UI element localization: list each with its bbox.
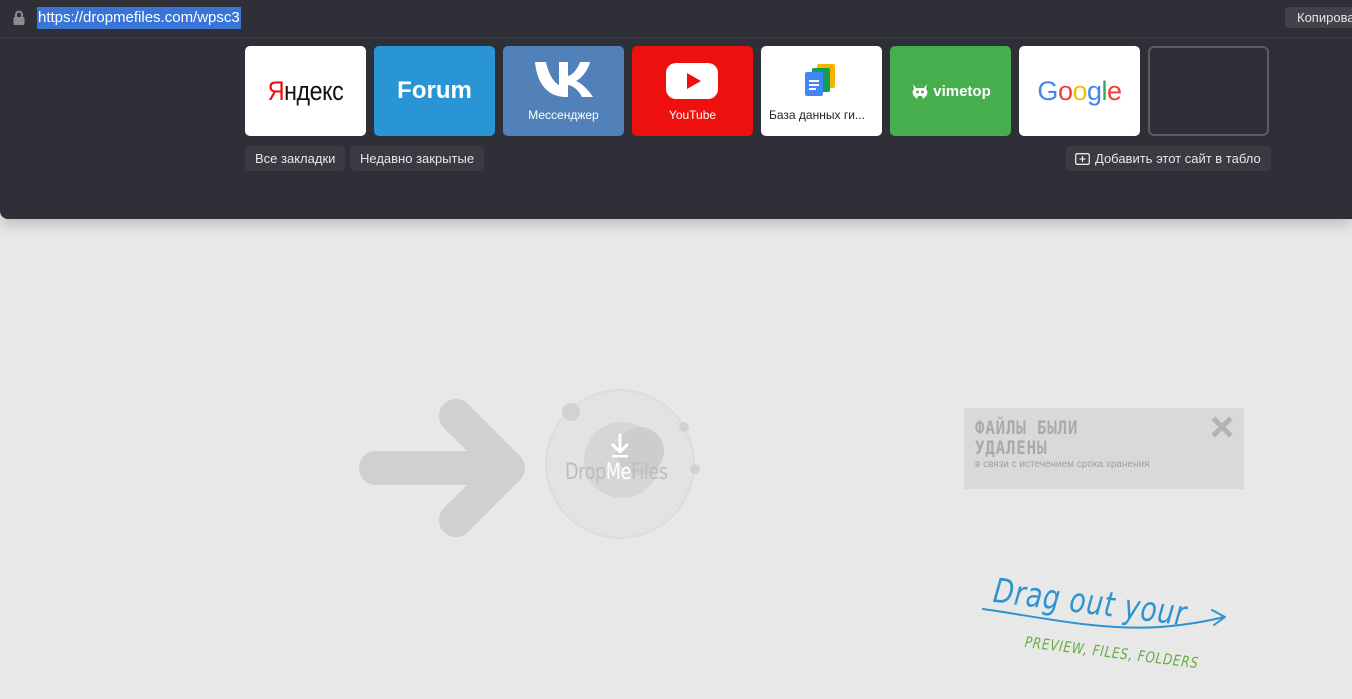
google-logo: Google — [1037, 76, 1122, 106]
drag-out-hint: Drag out your PREVIEW, FILES, FOLDERS — [980, 565, 1240, 675]
vimetop-label: vimetop — [933, 82, 991, 100]
tile-vk[interactable]: Мессенджер — [503, 46, 624, 136]
close-icon[interactable] — [1211, 416, 1233, 438]
lock-icon — [13, 10, 25, 25]
vk-logo-icon — [535, 62, 593, 97]
tile-vimetop[interactable]: vimetop — [890, 46, 1011, 136]
vk-caption: Мессенджер — [528, 108, 599, 122]
copy-button[interactable]: Копирова — [1285, 7, 1352, 28]
tile-google[interactable]: Google — [1019, 46, 1140, 136]
new-tab-panel: https://dropmefiles.com/wpsc3 Копирова Я… — [0, 0, 1352, 219]
youtube-play-icon — [666, 63, 718, 99]
add-site-label: Добавить этот сайт в табло — [1095, 151, 1261, 166]
address-bar[interactable]: https://dropmefiles.com/wpsc3 Копирова — [0, 0, 1352, 38]
dropmefiles-wordmark: DropMeFiles — [565, 460, 668, 485]
tile-youtube[interactable]: YouTube — [632, 46, 753, 136]
recently-closed-button[interactable]: Недавно закрытые — [350, 146, 485, 171]
tile-forum[interactable]: Forum — [374, 46, 495, 136]
vimetop-bug-icon — [912, 84, 928, 99]
google-docs-icon — [805, 64, 835, 96]
files-deleted-notice: ФАЙЛЫ БЫЛИ УДАЛЕНЫ в связи с истечением … — [964, 408, 1244, 489]
all-bookmarks-button[interactable]: Все закладки — [245, 146, 346, 171]
tile-yandex[interactable]: Яндекс — [245, 46, 366, 136]
notice-subtitle: в связи с истечением срока хранения — [975, 459, 1150, 470]
youtube-caption: YouTube — [668, 108, 717, 122]
drop-arrow-icon — [359, 399, 525, 537]
notice-title: ФАЙЛЫ БЫЛИ УДАЛЕНЫ — [975, 417, 1079, 459]
add-tile-icon — [1075, 152, 1090, 165]
forum-logo: Forum — [397, 77, 472, 104]
tile-google-docs[interactable]: База данных ги... — [761, 46, 882, 136]
google-docs-caption: База данных ги... — [769, 108, 865, 122]
add-site-button[interactable]: Добавить этот сайт в табло — [1066, 146, 1271, 171]
yandex-logo: Яндекс — [267, 76, 344, 106]
tile-empty-slot[interactable] — [1148, 46, 1269, 136]
hint-arrow-icon — [982, 608, 1226, 629]
url-text[interactable]: https://dropmefiles.com/wpsc3 — [37, 7, 241, 29]
